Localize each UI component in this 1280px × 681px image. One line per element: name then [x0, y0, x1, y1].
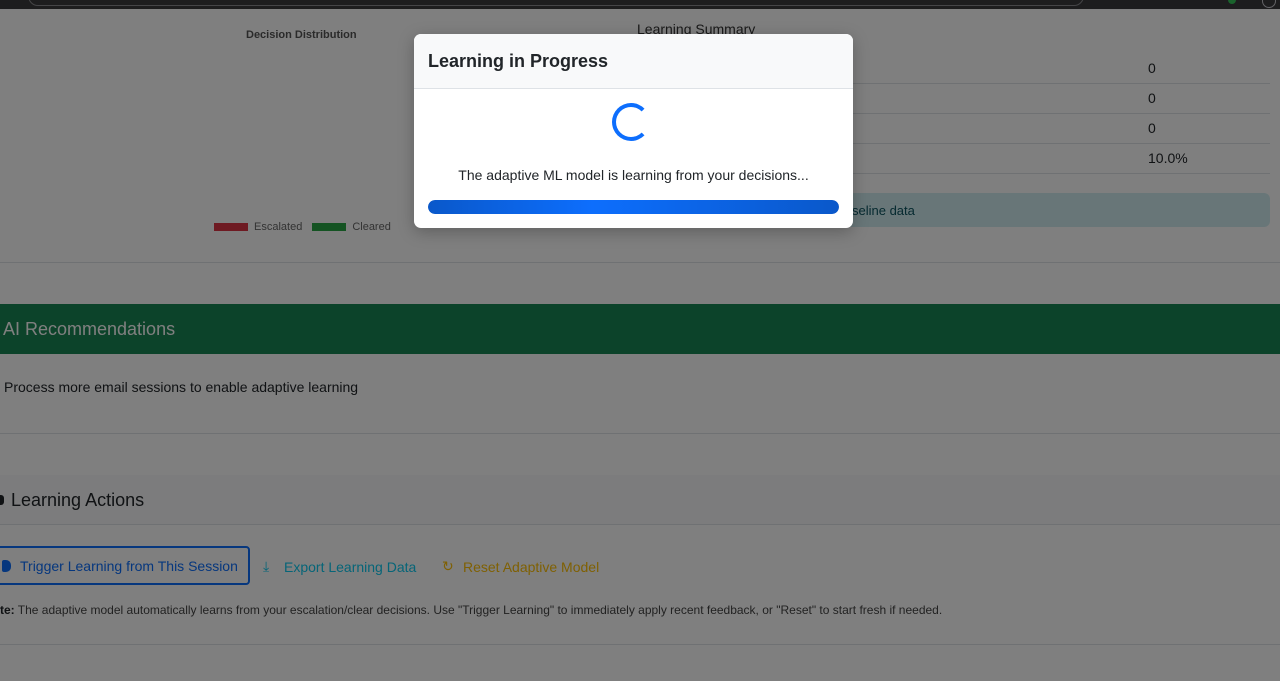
- loading-spinner-icon: [612, 103, 650, 141]
- progress-track: [428, 200, 839, 214]
- learning-progress-modal: Learning in Progress The adaptive ML mod…: [414, 34, 853, 228]
- progress-bar: [428, 200, 839, 214]
- modal-header: Learning in Progress: [414, 34, 853, 89]
- modal-body: The adaptive ML model is learning from y…: [414, 89, 853, 228]
- modal-message: The adaptive ML model is learning from y…: [458, 167, 809, 183]
- modal-title: Learning in Progress: [428, 51, 609, 71]
